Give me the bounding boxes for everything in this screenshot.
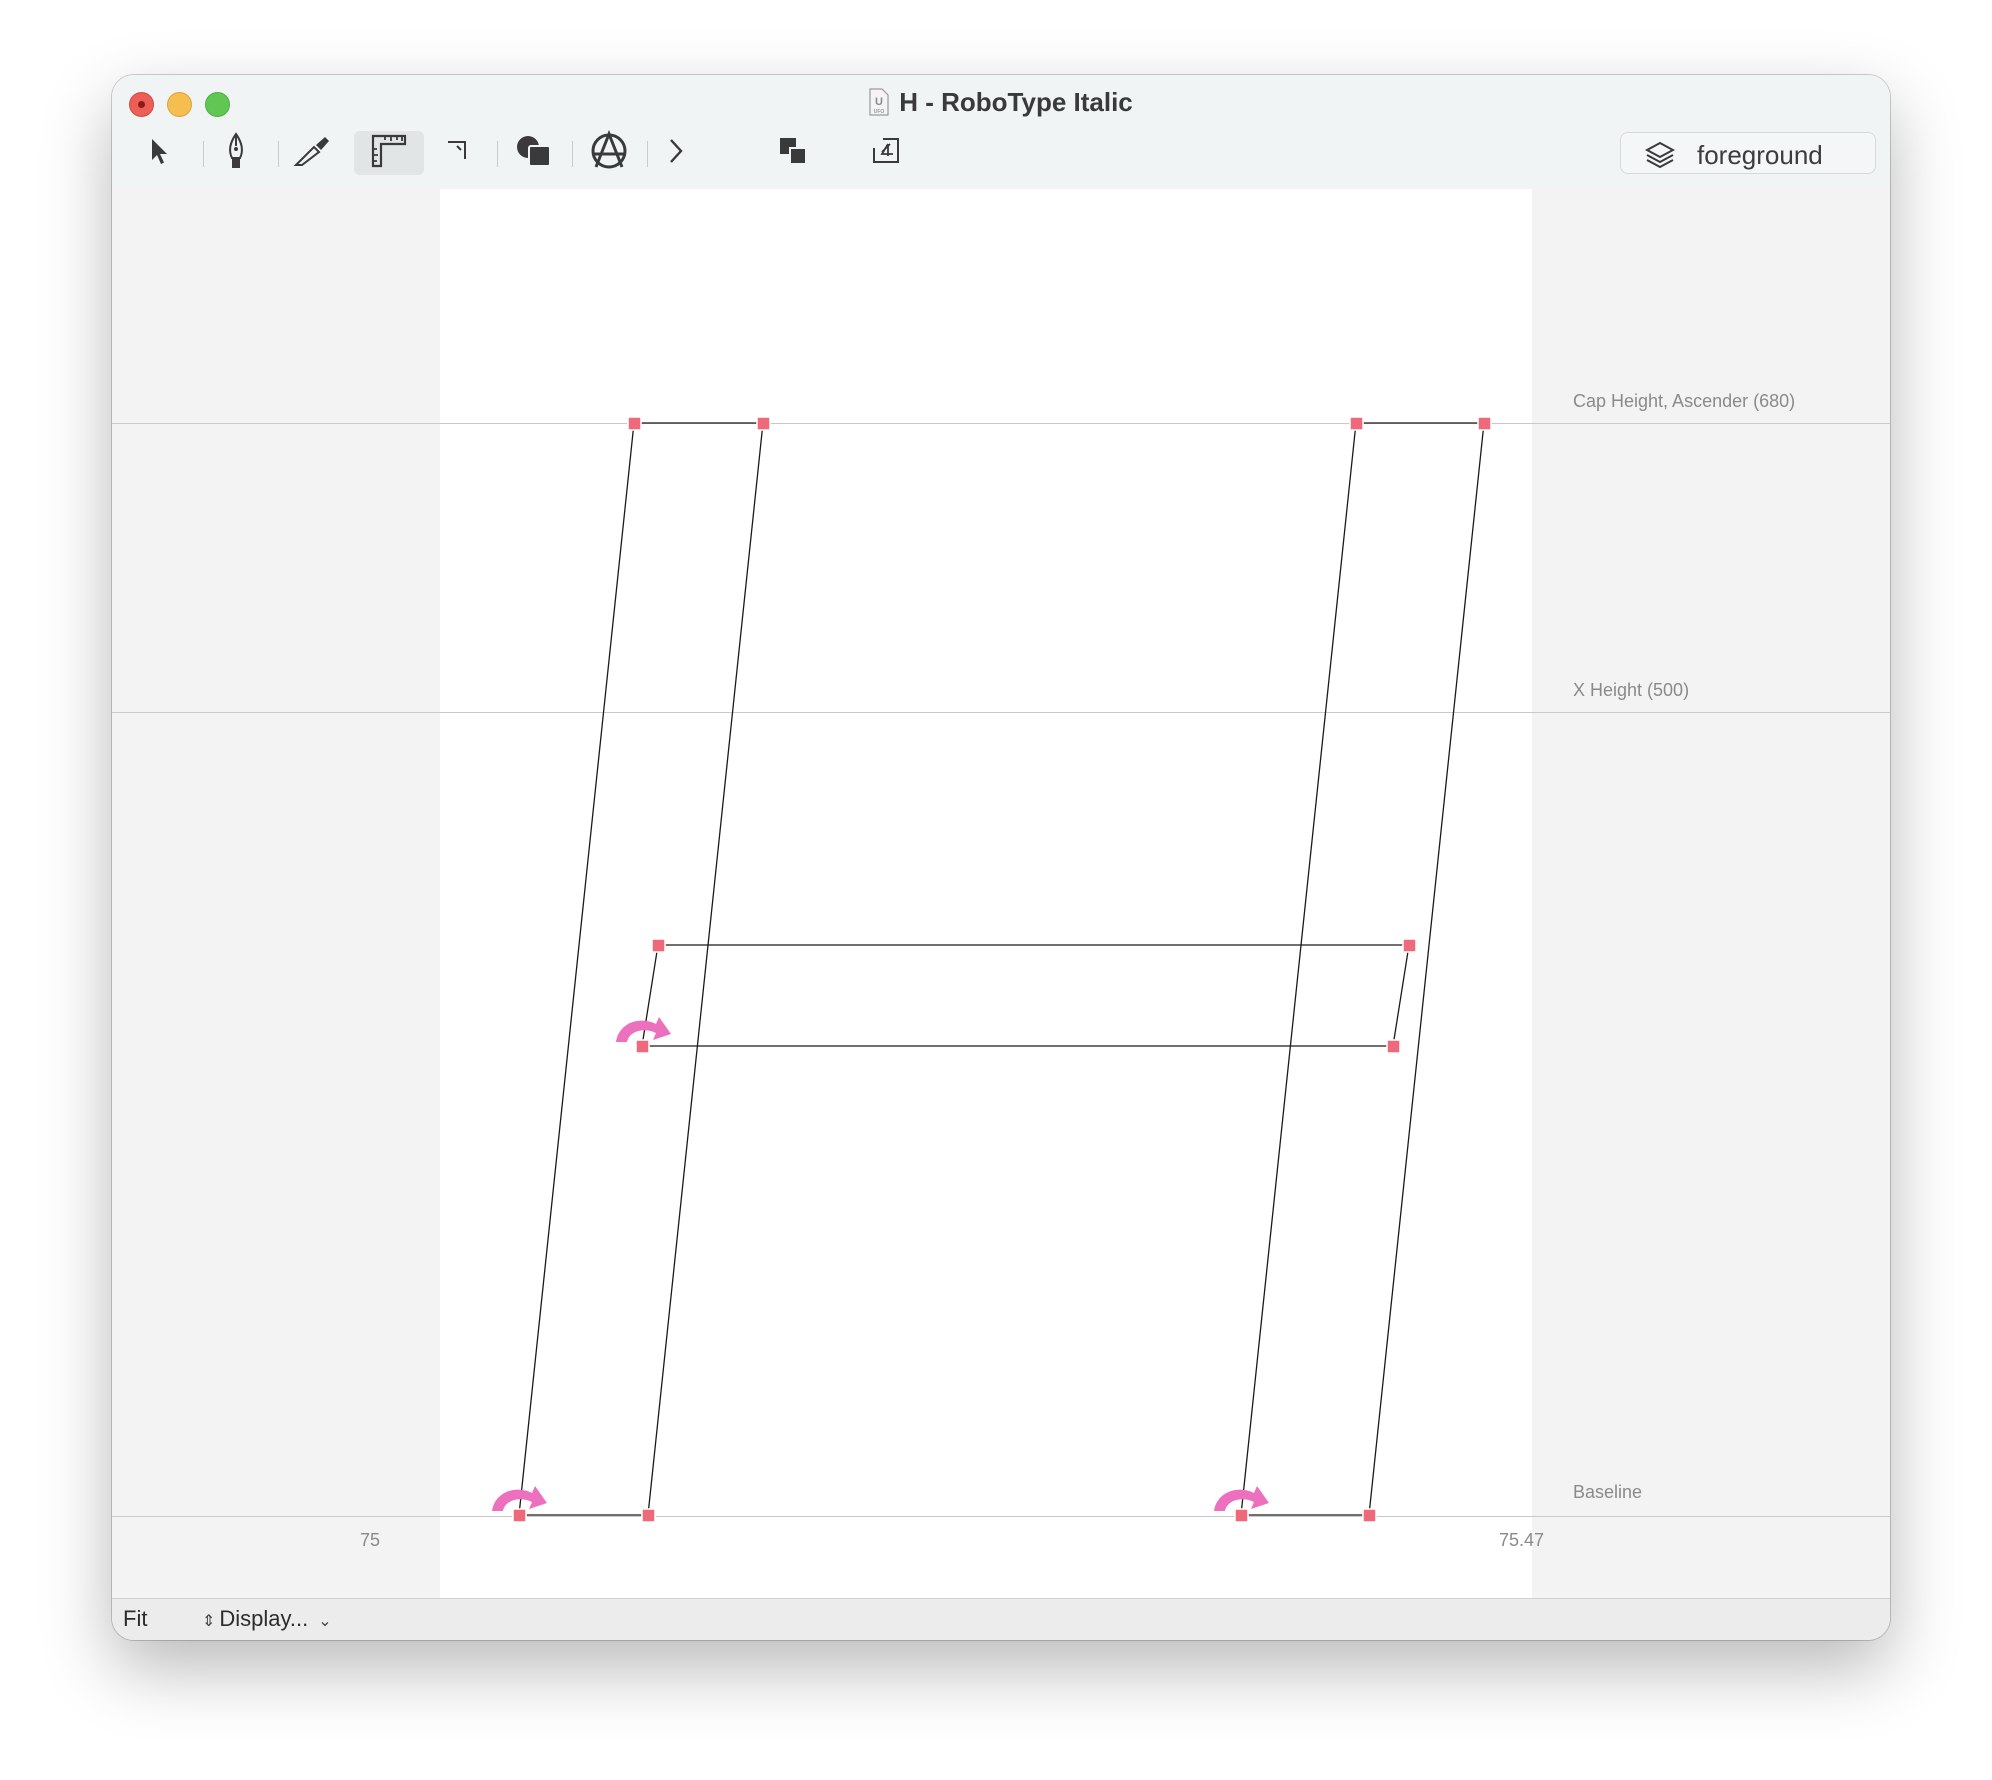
- contour-point[interactable]: [1477, 416, 1492, 431]
- toolbar-separator: [572, 141, 573, 167]
- crossbar-contour: [641, 944, 1410, 1047]
- contour-point[interactable]: [627, 416, 642, 431]
- contour-point[interactable]: [756, 416, 771, 431]
- contour-point[interactable]: [651, 938, 666, 953]
- export-button[interactable]: [856, 131, 916, 175]
- contour-point[interactable]: [635, 1039, 650, 1054]
- corner-tool-icon: [445, 137, 473, 170]
- status-bar: Fit ⇕ Display... ⌄: [112, 1598, 1890, 1640]
- shapes-tool-button[interactable]: [504, 131, 564, 175]
- contour-point[interactable]: [512, 1508, 527, 1523]
- contour-point[interactable]: [1234, 1508, 1249, 1523]
- pointer-tool-icon: [148, 136, 172, 171]
- file-badge-caption: UFO: [874, 109, 885, 115]
- layers-icon: [1644, 141, 1676, 174]
- on-curve-points: [512, 416, 1492, 1523]
- contour-point[interactable]: [1386, 1039, 1401, 1054]
- left-stem-contour: [518, 422, 764, 1516]
- display-options-popup[interactable]: ⇕ Display... ⌄: [202, 1606, 332, 1632]
- chevron-down-icon: ⌄: [318, 1613, 332, 1630]
- toolbar-separator: [203, 141, 204, 167]
- contour-point[interactable]: [641, 1508, 656, 1523]
- layer-label: foreground: [1697, 140, 1823, 170]
- display-options-label: Display...: [219, 1606, 309, 1631]
- bezier-pen-tool-icon: [223, 131, 249, 175]
- ruler-tool-icon: [371, 134, 407, 173]
- contour-point[interactable]: [1349, 416, 1364, 431]
- anarchy-tool-button[interactable]: [579, 129, 639, 177]
- window-title-row: U UFO H - RoboType Italic: [112, 87, 1890, 118]
- knife-tool-button[interactable]: [282, 131, 342, 175]
- up-down-arrows-icon: ⇕: [202, 1613, 216, 1630]
- contour-point[interactable]: [1362, 1508, 1377, 1523]
- ruler-tool-button[interactable]: [354, 131, 424, 175]
- shapes-tool-icon: [515, 134, 553, 173]
- bezier-pen-tool-button[interactable]: [206, 131, 266, 175]
- toolbar-separator: [278, 141, 279, 167]
- glyph-canvas[interactable]: Cap Height, Ascender (680) X Height (500…: [112, 189, 1890, 1599]
- layer-overlap-button[interactable]: [763, 131, 823, 175]
- contour-point[interactable]: [1402, 938, 1417, 953]
- layer-selector-button[interactable]: foreground: [1620, 132, 1876, 174]
- glyph-contours: [518, 422, 1485, 1516]
- anarchy-tool-icon: [588, 129, 630, 177]
- export-icon: [871, 136, 901, 171]
- corner-tool-button[interactable]: [429, 131, 489, 175]
- file-badge-letter: U: [875, 96, 883, 108]
- pointer-tool-button[interactable]: [130, 131, 190, 175]
- knife-tool-icon: [293, 134, 331, 173]
- zoom-fit-button[interactable]: Fit: [123, 1606, 147, 1632]
- more-tools-button[interactable]: [646, 131, 706, 175]
- glyph-outline: [492, 416, 1492, 1523]
- layers-overlap-icon: [778, 136, 808, 171]
- toolbar-separator: [497, 141, 498, 167]
- right-stem-contour: [1240, 422, 1485, 1516]
- window-title: H - RoboType Italic: [899, 87, 1133, 117]
- start-point-arrows: [492, 1017, 1269, 1511]
- chevron-right-icon: [667, 137, 685, 170]
- title-bar: U UFO H - RoboType Italic foreground: [112, 75, 1890, 190]
- glyph-editor-window: U UFO H - RoboType Italic foreground Cap…: [112, 75, 1890, 1640]
- ufo-document-icon: U UFO: [869, 88, 889, 116]
